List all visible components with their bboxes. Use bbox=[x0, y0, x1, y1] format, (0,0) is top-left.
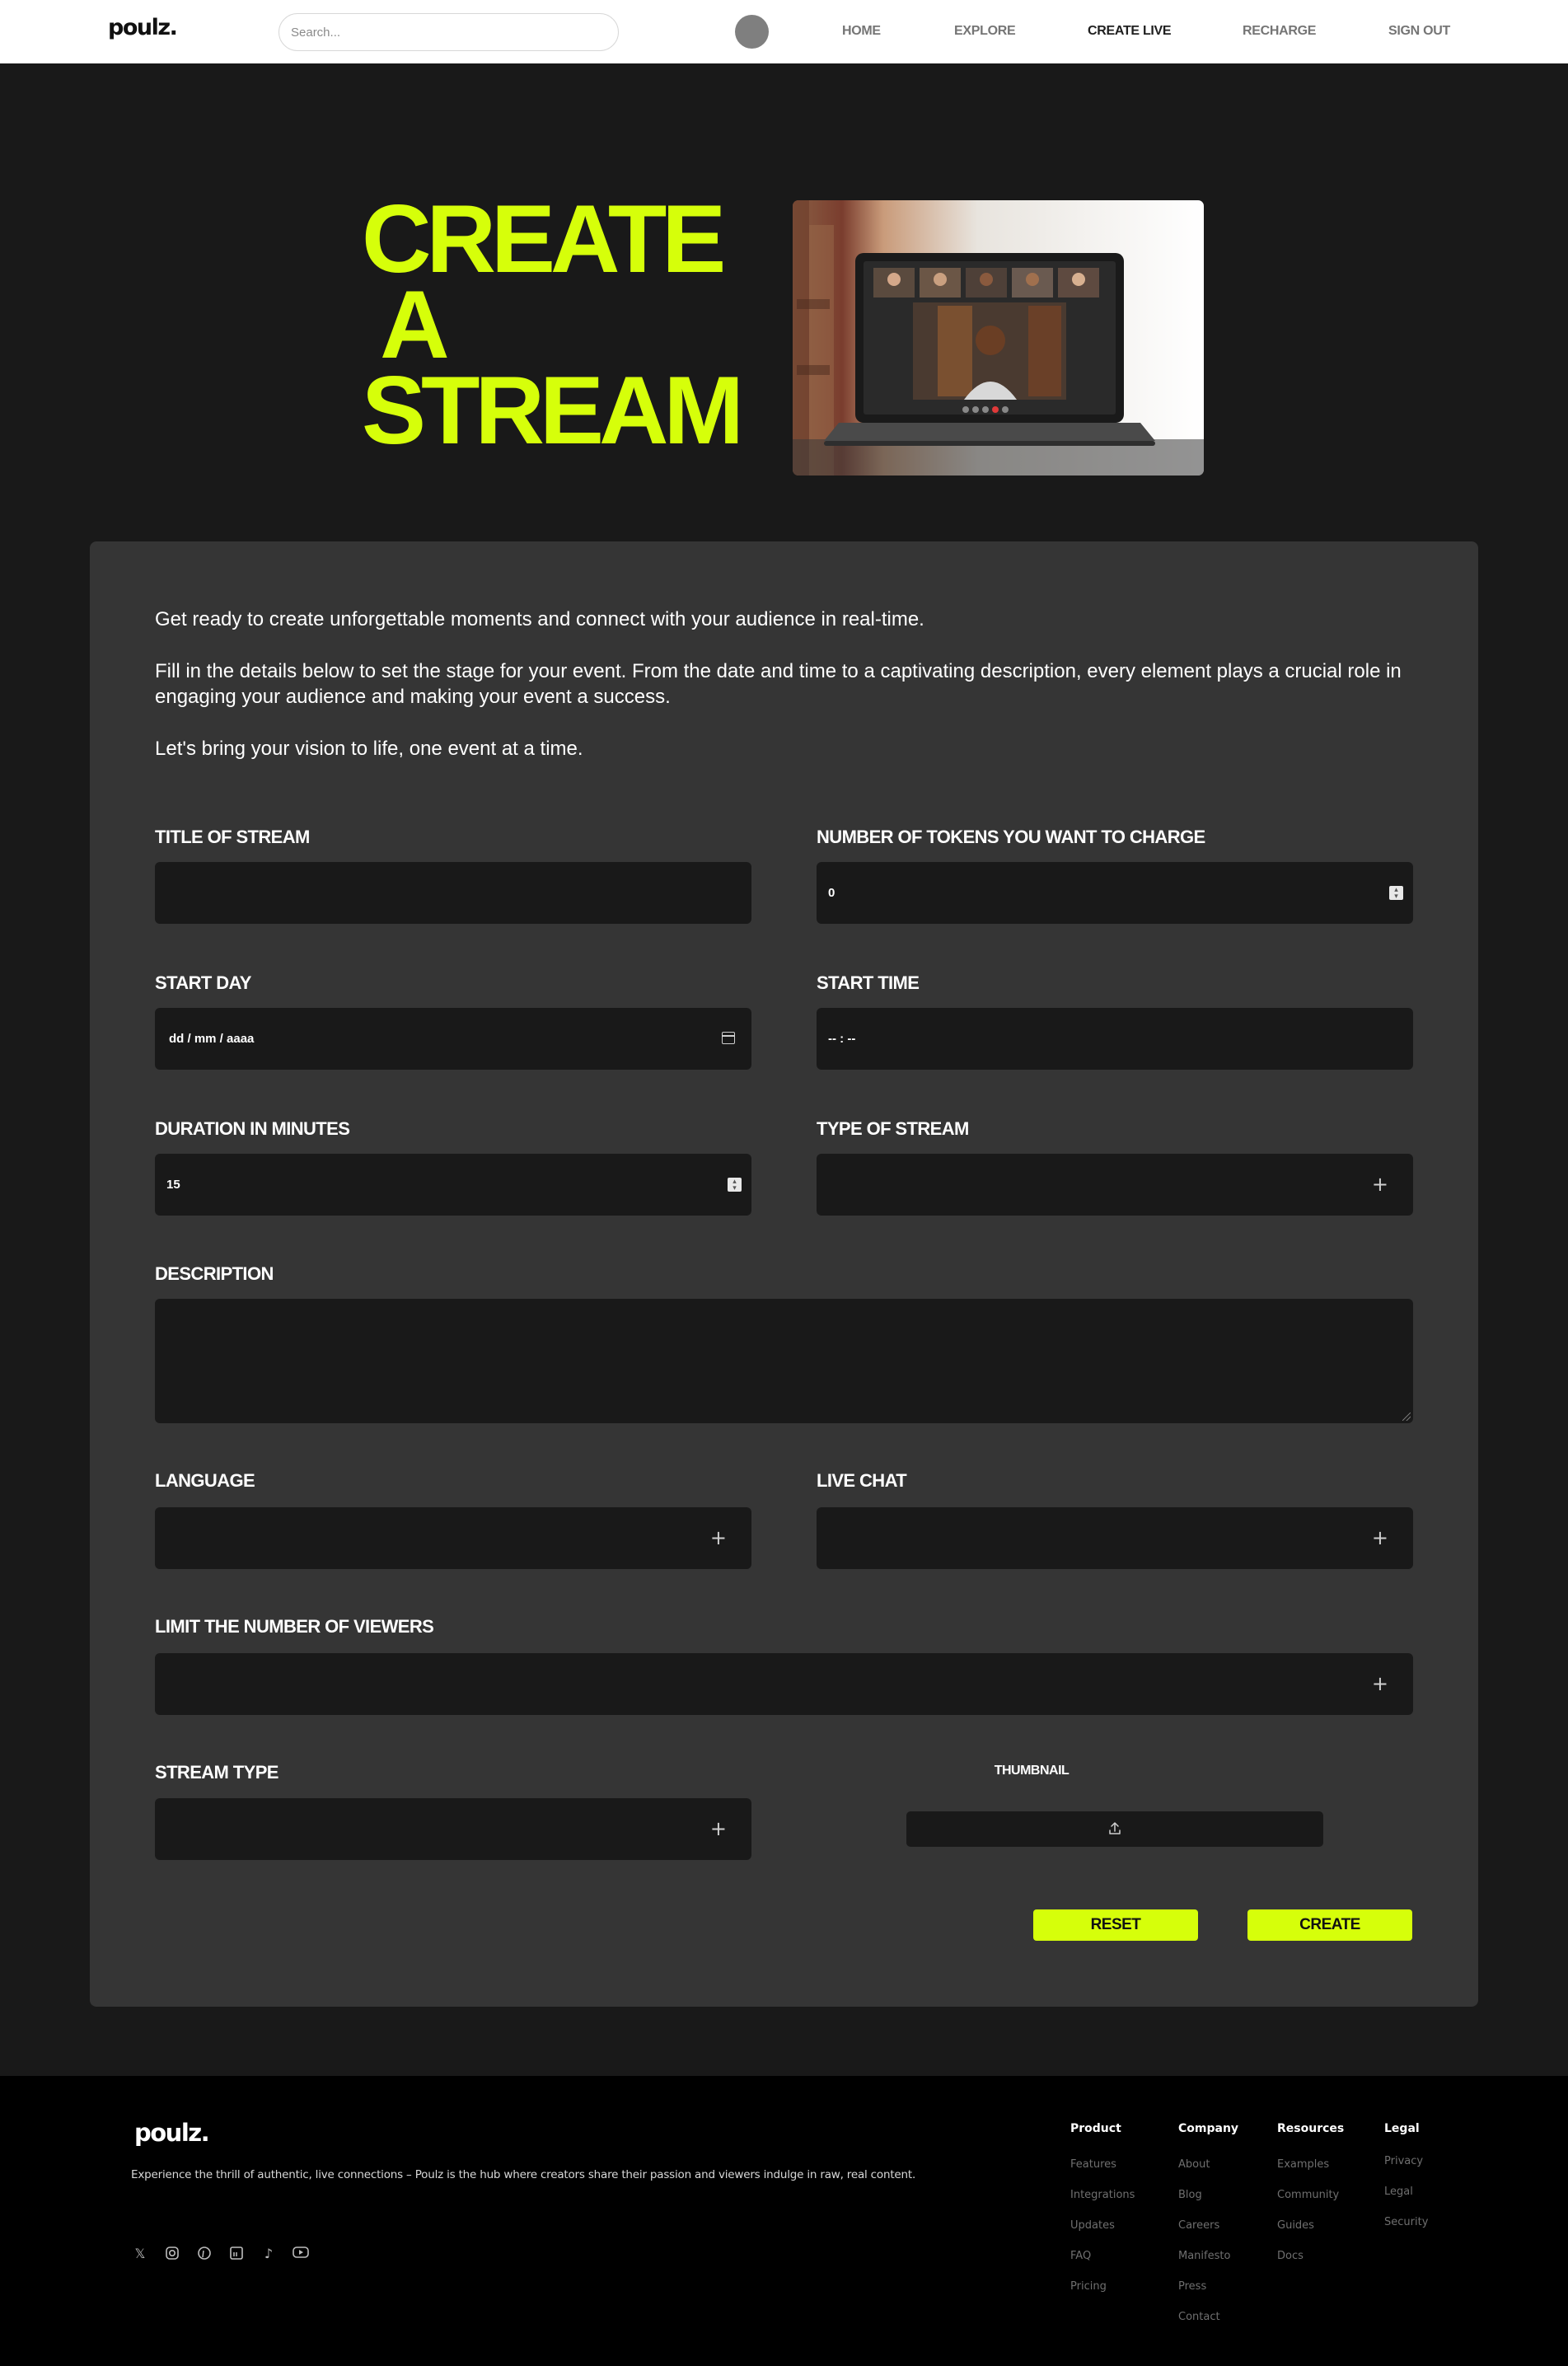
footer-link-contact[interactable]: Contact bbox=[1178, 2311, 1220, 2323]
language-select[interactable]: + bbox=[155, 1507, 751, 1569]
youtube-icon[interactable] bbox=[293, 2246, 309, 2262]
footer-link-community[interactable]: Community bbox=[1277, 2189, 1339, 2201]
footer-link-security[interactable]: Security bbox=[1384, 2216, 1428, 2228]
title-label: TITLE OF STREAM bbox=[155, 827, 310, 847]
plus-icon: + bbox=[1371, 1672, 1388, 1695]
instagram-icon[interactable] bbox=[164, 2246, 180, 2262]
laptop-video-call-illustration bbox=[793, 200, 1204, 476]
nav-recharge[interactable]: RECHARGE bbox=[1243, 24, 1316, 39]
create-button[interactable]: CREATE bbox=[1247, 1909, 1412, 1941]
intro-text-3: Let's bring your vision to life, one eve… bbox=[155, 738, 583, 760]
footer-link-blog[interactable]: Blog bbox=[1178, 2189, 1202, 2201]
duration-label: DURATION IN MINUTES bbox=[155, 1118, 350, 1139]
hero-image bbox=[793, 200, 1204, 476]
limit-viewers-select[interactable]: + bbox=[155, 1653, 1413, 1715]
plus-icon: + bbox=[709, 1526, 727, 1549]
footer-link-examples[interactable]: Examples bbox=[1277, 2158, 1329, 2171]
footer-col-company-title: Company bbox=[1178, 2122, 1239, 2135]
nav-create-live[interactable]: CREATE LIVE bbox=[1088, 24, 1172, 39]
description-textarea[interactable] bbox=[155, 1299, 1413, 1423]
footer: poulz. Experience the thrill of authenti… bbox=[0, 2076, 1568, 2366]
footer-link-legal[interactable]: Legal bbox=[1384, 2186, 1413, 2198]
tiktok-icon[interactable]: ♪ bbox=[260, 2246, 277, 2262]
limit-viewers-label: LIMIT THE NUMBER OF VIEWERS bbox=[155, 1616, 434, 1637]
title-input[interactable] bbox=[155, 862, 751, 924]
upload-icon bbox=[1109, 1822, 1121, 1834]
live-chat-select[interactable]: + bbox=[817, 1507, 1413, 1569]
search-input[interactable] bbox=[278, 13, 619, 51]
spinner-icon[interactable]: ▴ ▾ bbox=[1389, 886, 1403, 900]
footer-link-about[interactable]: About bbox=[1178, 2158, 1210, 2171]
reset-button[interactable]: RESET bbox=[1033, 1909, 1198, 1941]
start-day-placeholder: dd / mm / aaaa bbox=[169, 1032, 255, 1046]
duration-input[interactable]: 15 ▴ ▾ bbox=[155, 1154, 751, 1216]
avatar[interactable] bbox=[735, 15, 769, 49]
plus-icon: + bbox=[1371, 1526, 1388, 1549]
tokens-label: NUMBER OF TOKENS YOU WANT TO CHARGE bbox=[817, 827, 1205, 847]
spinner-icon[interactable]: ▴ ▾ bbox=[728, 1178, 742, 1192]
nav-explore[interactable]: EXPLORE bbox=[954, 24, 1016, 39]
type-label: TYPE OF STREAM bbox=[817, 1118, 969, 1139]
stream-type-select[interactable]: + bbox=[155, 1798, 751, 1860]
tokens-value: 0 bbox=[828, 886, 835, 900]
footer-logo[interactable]: poulz. bbox=[134, 2119, 210, 2147]
duration-value: 15 bbox=[166, 1178, 180, 1192]
thumbnail-label: THUMBNAIL bbox=[994, 1764, 1070, 1778]
start-day-label: START DAY bbox=[155, 972, 251, 993]
footer-link-guides[interactable]: Guides bbox=[1277, 2219, 1314, 2232]
stream-type-label: STREAM TYPE bbox=[155, 1762, 278, 1783]
calendar-icon[interactable] bbox=[722, 1032, 735, 1044]
description-label: DESCRIPTION bbox=[155, 1263, 274, 1284]
logo[interactable]: poulz. bbox=[108, 15, 178, 40]
start-time-label: START TIME bbox=[817, 972, 920, 993]
footer-link-press[interactable]: Press bbox=[1178, 2280, 1206, 2293]
start-day-input[interactable]: dd / mm / aaaa bbox=[155, 1008, 751, 1070]
top-navbar: poulz. HOME EXPLORE CREATE LIVE RECHARGE… bbox=[0, 0, 1568, 63]
pinterest-icon[interactable] bbox=[196, 2246, 213, 2262]
tokens-input[interactable]: 0 ▴ ▾ bbox=[817, 862, 1413, 924]
footer-link-pricing[interactable]: Pricing bbox=[1070, 2280, 1107, 2293]
footer-link-docs[interactable]: Docs bbox=[1277, 2250, 1304, 2262]
resize-handle-icon[interactable] bbox=[1402, 1413, 1411, 1421]
plus-icon: + bbox=[1371, 1173, 1388, 1196]
create-stream-form: Get ready to create unforgettable moment… bbox=[90, 541, 1478, 2007]
footer-col-product-title: Product bbox=[1070, 2122, 1121, 2135]
footer-link-updates[interactable]: Updates bbox=[1070, 2219, 1115, 2232]
start-time-placeholder: -- : -- bbox=[828, 1032, 856, 1046]
footer-link-integrations[interactable]: Integrations bbox=[1070, 2189, 1135, 2201]
x-icon[interactable]: 𝕏 bbox=[132, 2246, 148, 2262]
start-time-input[interactable]: -- : -- bbox=[817, 1008, 1413, 1070]
page-title: CREATE A STREAM bbox=[362, 185, 744, 464]
footer-link-faq[interactable]: FAQ bbox=[1070, 2250, 1091, 2262]
intro-text-2: Fill in the details below to set the sta… bbox=[155, 660, 1402, 708]
nav-sign-out[interactable]: SIGN OUT bbox=[1388, 24, 1450, 39]
nav-home[interactable]: HOME bbox=[842, 24, 881, 39]
intro-text-1: Get ready to create unforgettable moment… bbox=[155, 608, 924, 630]
footer-link-privacy[interactable]: Privacy bbox=[1384, 2155, 1423, 2167]
footer-col-resources-title: Resources bbox=[1277, 2122, 1345, 2135]
linkedin-icon[interactable] bbox=[228, 2246, 245, 2262]
type-select[interactable]: + bbox=[817, 1154, 1413, 1216]
footer-col-legal-title: Legal bbox=[1384, 2122, 1420, 2135]
footer-link-careers[interactable]: Careers bbox=[1178, 2219, 1219, 2232]
language-label: LANGUAGE bbox=[155, 1470, 255, 1491]
footer-link-manifesto[interactable]: Manifesto bbox=[1178, 2250, 1230, 2262]
live-chat-label: LIVE CHAT bbox=[817, 1470, 907, 1491]
footer-link-features[interactable]: Features bbox=[1070, 2158, 1116, 2171]
plus-icon: + bbox=[709, 1817, 727, 1840]
footer-tagline: Experience the thrill of authentic, live… bbox=[131, 2168, 916, 2181]
thumbnail-upload-button[interactable] bbox=[906, 1811, 1323, 1847]
